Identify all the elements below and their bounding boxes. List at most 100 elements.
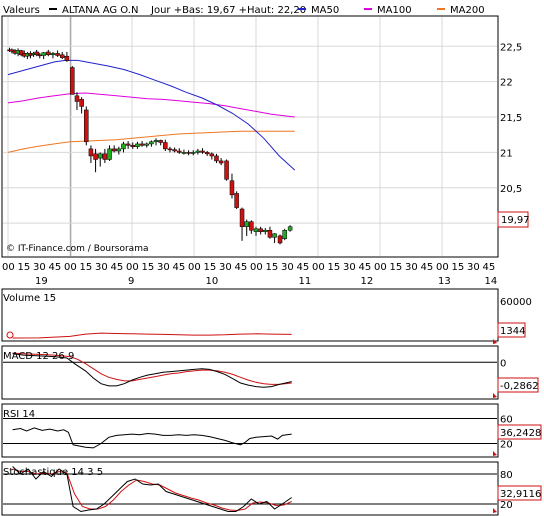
- candle: [70, 67, 75, 95]
- time-tick-label: 30: [405, 262, 418, 273]
- candle: [249, 221, 254, 231]
- hour-label: 10: [206, 276, 219, 287]
- ma50-legend-label: MA50: [311, 5, 339, 16]
- candle: [102, 153, 108, 160]
- candle: [60, 54, 65, 58]
- candle: [200, 150, 205, 153]
- candle: [55, 53, 60, 56]
- stock-chart: Valeurs ALTANA AG O.N Jour +Bas: 19,67 +…: [1, 5, 542, 516]
- price-tick-label: 20,5: [500, 184, 522, 195]
- candle: [234, 193, 239, 208]
- stochastic-title: Stochastique 14 3 5: [3, 467, 103, 478]
- credit-text: © IT-Finance.com / Boursorama: [6, 244, 148, 254]
- candle: [125, 143, 131, 146]
- rsi-title: RSI 14: [3, 409, 35, 420]
- stochastic-tick-label: 20: [500, 500, 513, 511]
- rsi-line: [12, 427, 292, 449]
- macd-tick-label: 0: [500, 358, 506, 369]
- time-tick-label: 45: [49, 262, 62, 273]
- time-tick-label: 15: [18, 262, 31, 273]
- candle: [158, 140, 163, 143]
- candle: [239, 208, 245, 227]
- macd-title: MACD 12 26 9: [3, 351, 74, 362]
- main-panel-frame: [1, 15, 499, 258]
- candle: [79, 99, 84, 107]
- ma50-legend-swatch: [298, 8, 306, 10]
- volume-title: Volume 15: [3, 293, 56, 304]
- candle: [209, 153, 215, 157]
- rsi-badge-value: 36,2428: [500, 428, 541, 439]
- candle: [224, 160, 229, 180]
- candle: [116, 148, 122, 152]
- candle: [64, 55, 70, 61]
- hour-label: 13: [438, 276, 451, 287]
- hour-label: 14: [485, 276, 498, 287]
- candle: [130, 145, 136, 148]
- time-tick-label: 15: [328, 262, 341, 273]
- ma200-legend-label: MA200: [450, 5, 485, 16]
- ma100-legend-swatch: [364, 8, 372, 10]
- instrument-swatch: [49, 8, 57, 10]
- candle: [167, 148, 173, 151]
- candle: [253, 228, 259, 232]
- time-tick-label: 30: [157, 262, 170, 273]
- candle: [214, 155, 219, 162]
- time-tick-label: 45: [111, 262, 124, 273]
- header-label: Valeurs: [3, 5, 40, 16]
- candle: [84, 109, 89, 143]
- time-tick-label: 45: [359, 262, 372, 273]
- candle: [37, 54, 43, 57]
- hour-label: 11: [299, 276, 312, 287]
- volume-ma-line: [12, 332, 292, 339]
- time-tick-label: 00: [250, 262, 263, 273]
- time-tick-label: 00: [2, 262, 15, 273]
- rsi-tick-label: 20: [500, 440, 513, 451]
- price-tick-label: 21,5: [500, 113, 522, 124]
- candle: [111, 148, 117, 152]
- time-tick-label: 15: [266, 262, 279, 273]
- hour-label: 9: [128, 276, 134, 287]
- ma200-legend-swatch: [437, 8, 445, 10]
- candle: [93, 153, 98, 160]
- candle: [190, 152, 196, 154]
- candle: [244, 221, 249, 227]
- candle: [181, 152, 187, 154]
- candle: [139, 143, 145, 146]
- ma100-line: [7, 92, 295, 118]
- candle: [144, 143, 149, 146]
- time-tick-label: 45: [173, 262, 186, 273]
- time-tick-label: 00: [188, 262, 201, 273]
- price-tick-label: 21: [500, 148, 513, 159]
- time-tick-label: 15: [80, 262, 93, 273]
- time-tick-label: 00: [312, 262, 325, 273]
- rsi-tick-label: 60: [500, 415, 513, 426]
- time-tick-label: 00: [374, 262, 387, 273]
- panel-edge-marker: [493, 451, 497, 456]
- time-tick-label: 00: [126, 262, 139, 273]
- price-tick-label: 22,5: [500, 42, 522, 53]
- volume-marker: [6, 331, 14, 339]
- volume-badge-value: 1344: [500, 326, 525, 337]
- time-tick-label: 15: [142, 262, 155, 273]
- candle: [204, 152, 210, 155]
- candle: [153, 140, 159, 143]
- candle: [186, 152, 191, 154]
- candle: [107, 148, 112, 160]
- time-tick-label: 15: [390, 262, 403, 273]
- grid-lines: [3, 17, 497, 505]
- rsi-panel-frame: [1, 403, 499, 458]
- time-tick-label: 30: [33, 262, 46, 273]
- candle: [149, 141, 154, 145]
- candle: [97, 153, 103, 159]
- candle: [287, 226, 293, 231]
- header-stats: Jour +Bas: 19,67 +Haut: 22,20: [150, 5, 306, 16]
- time-tick-label: 15: [204, 262, 217, 273]
- candle: [41, 52, 46, 56]
- macd-panel-frame: [1, 345, 499, 400]
- time-tick-label: 30: [219, 262, 232, 273]
- hour-label: 19: [35, 276, 48, 287]
- candle: [74, 95, 80, 102]
- volume-tick-label: 60000: [500, 297, 532, 308]
- time-tick-label: 30: [467, 262, 480, 273]
- candle: [46, 51, 51, 56]
